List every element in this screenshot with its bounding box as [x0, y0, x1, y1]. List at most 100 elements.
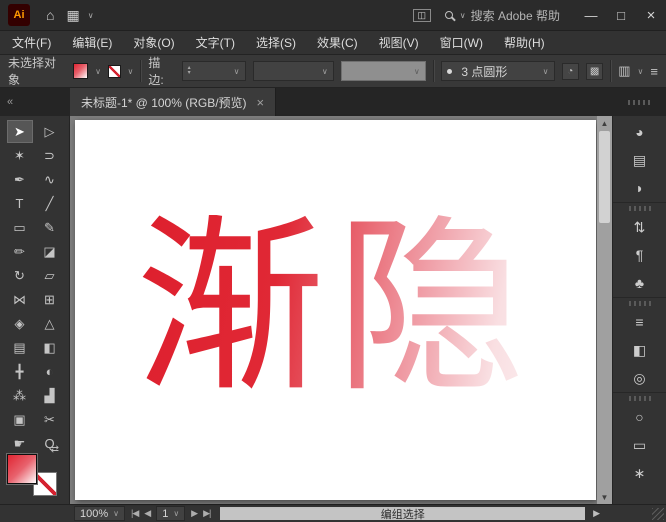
curvature-tool[interactable]: ∿ [37, 168, 63, 191]
recolor-artwork-icon[interactable]: ◔ [562, 63, 579, 80]
symbol-sprayer-tool[interactable]: ⁂ [7, 384, 33, 407]
scroll-down-icon[interactable]: ▼ [597, 490, 612, 504]
menu-help[interactable]: 帮助(H) [504, 34, 545, 51]
type-tool[interactable]: T [7, 192, 33, 215]
mesh-tool[interactable]: ▤ [7, 336, 33, 359]
stroke-weight-label: 描边: [148, 54, 174, 88]
menu-window[interactable]: 窗口(W) [440, 34, 483, 51]
last-artboard-button[interactable]: ▶| [203, 508, 210, 519]
tab-close-icon[interactable]: × [257, 95, 265, 110]
artboard-tool[interactable]: ▣ [7, 408, 33, 431]
menu-object[interactable]: 对象(O) [133, 34, 174, 51]
rectangle-tool[interactable]: ▭ [7, 216, 33, 239]
swap-fill-stroke-icon[interactable]: ⇄ [51, 444, 59, 455]
menu-type[interactable]: 文字(T) [196, 34, 235, 51]
scroll-up-icon[interactable]: ▲ [597, 116, 612, 130]
home-icon[interactable]: ⌂ [46, 7, 54, 23]
pen-tool[interactable]: ✒ [7, 168, 33, 191]
direct-selection-tool[interactable]: ▷ [37, 120, 63, 143]
search-scope-caret-icon[interactable]: ∨ [460, 11, 466, 20]
lasso-tool[interactable]: ⊃ [37, 144, 63, 167]
line-segment-tool[interactable]: ╱ [37, 192, 63, 215]
paintbrush-tool[interactable]: ✎ [37, 216, 63, 239]
app-logo: Ai [8, 4, 30, 26]
scrollbar-thumb[interactable] [599, 131, 610, 223]
links-panel-icon[interactable]: ∗ [613, 459, 666, 487]
appearance-panel-icon[interactable]: ○ [613, 403, 666, 431]
artboard[interactable]: 渐隐 [75, 120, 596, 500]
canvas-pasteboard[interactable]: 渐隐 ▲ ▼ [70, 116, 612, 504]
menu-view[interactable]: 视图(V) [379, 34, 419, 51]
minimize-button[interactable]: — [576, 0, 606, 30]
zoom-level-select[interactable]: 100% ∨ [74, 506, 125, 521]
slice-tool[interactable]: ✂ [37, 408, 63, 431]
arrange-documents-icon[interactable]: ▦ [66, 7, 79, 24]
stepper-icon[interactable]: ▴▾ [188, 66, 191, 76]
scale-tool[interactable]: ▱ [37, 264, 63, 287]
chevron-down-icon[interactable]: ∨ [88, 11, 94, 20]
menu-select[interactable]: 选择(S) [256, 34, 296, 51]
eraser-tool[interactable]: ◪ [37, 240, 63, 263]
symbols-panel-icon[interactable]: ♣ [613, 269, 666, 297]
document-layout-icon[interactable]: ◫ [413, 9, 431, 22]
fill-color-swatch[interactable] [73, 63, 88, 79]
gradient-panel-icon[interactable]: ◧ [613, 336, 666, 364]
stroke-color-swatch[interactable] [108, 65, 121, 78]
column-graph-tool[interactable]: ▟ [37, 384, 63, 407]
menu-effect[interactable]: 效果(C) [317, 34, 358, 51]
controlbar-menu-icon[interactable]: ≡ [650, 64, 658, 79]
magic-wand-tool[interactable]: ✶ [7, 144, 33, 167]
scroll-right-icon[interactable]: ▶ [593, 508, 600, 519]
fill-caret-icon[interactable]: ∨ [95, 67, 101, 76]
transparency-panel-icon[interactable]: ◎ [613, 364, 666, 392]
width-tool[interactable]: ⋈ [7, 288, 33, 311]
width-profile-select[interactable]: ∨ [253, 61, 334, 81]
chevron-down-icon[interactable]: ∨ [322, 67, 328, 76]
chevron-down-icon[interactable]: ∨ [113, 509, 119, 518]
workspace-icon[interactable]: ▥ [618, 63, 630, 79]
restore-button[interactable]: □ [606, 0, 636, 30]
chevron-down-icon[interactable]: ∨ [173, 509, 179, 518]
vertical-scrollbar[interactable]: ▲ ▼ [597, 116, 612, 504]
menu-file[interactable]: 文件(F) [12, 34, 51, 51]
graphic-styles-icon[interactable]: ▩ [586, 63, 603, 80]
chevron-down-icon[interactable]: ∨ [234, 67, 240, 76]
character-panel-icon[interactable]: ⇅ [613, 213, 666, 241]
free-transform-tool[interactable]: ⊞ [37, 288, 63, 311]
help-search[interactable]: ∨ 搜索 Adobe 帮助 [445, 7, 560, 24]
artboard-text[interactable]: 渐隐 [135, 215, 535, 405]
artboard-number-select[interactable]: 1 ∨ [156, 506, 185, 521]
stroke-weight-input[interactable]: ▴▾ ∨ [182, 61, 246, 81]
brush-definition-select[interactable]: 3 点圆形 ∨ [441, 61, 555, 81]
stroke-panel-icon[interactable]: ≡ [613, 308, 666, 336]
selection-tool[interactable]: ➤ [7, 120, 33, 143]
perspective-grid-tool[interactable]: △ [37, 312, 63, 335]
eyedropper-tool[interactable]: ╋ [7, 360, 33, 383]
blend-tool[interactable]: ◐ [37, 360, 63, 383]
shape-builder-tool[interactable]: ◈ [7, 312, 33, 335]
brush-preview: 3 点圆形 [447, 63, 508, 80]
pencil-tool[interactable]: ✏ [7, 240, 33, 263]
panel-group-divider [613, 297, 666, 308]
previous-artboard-button[interactable]: ◀ [144, 508, 150, 519]
chevron-down-icon[interactable]: ∨ [638, 67, 644, 76]
panel-group-divider [613, 392, 666, 403]
chevron-down-icon[interactable]: ∨ [543, 67, 549, 76]
tools-collapse-button[interactable]: « [0, 88, 70, 116]
close-button[interactable]: × [636, 0, 666, 30]
stroke-caret-icon[interactable]: ∨ [128, 67, 134, 76]
document-tab[interactable]: 未标题-1* @ 100% (RGB/预览) × [70, 88, 276, 116]
fill-chip[interactable] [7, 454, 37, 484]
gradient-tool[interactable]: ◧ [37, 336, 63, 359]
rotate-tool[interactable]: ↻ [7, 264, 33, 287]
resize-grip[interactable] [608, 505, 666, 522]
next-artboard-button[interactable]: ▶ [191, 508, 197, 519]
color-panel-icon[interactable]: ◕ [613, 118, 666, 146]
libraries-panel-icon[interactable]: ▤ [613, 146, 666, 174]
artboards-panel-icon[interactable]: ▭ [613, 431, 666, 459]
panel-gripper[interactable] [612, 88, 666, 116]
color-guide-panel-icon[interactable]: ◗ [613, 174, 666, 202]
paragraph-panel-icon[interactable]: ¶ [613, 241, 666, 269]
menu-edit[interactable]: 编辑(E) [72, 34, 112, 51]
first-artboard-button[interactable]: |◀ [131, 508, 138, 519]
